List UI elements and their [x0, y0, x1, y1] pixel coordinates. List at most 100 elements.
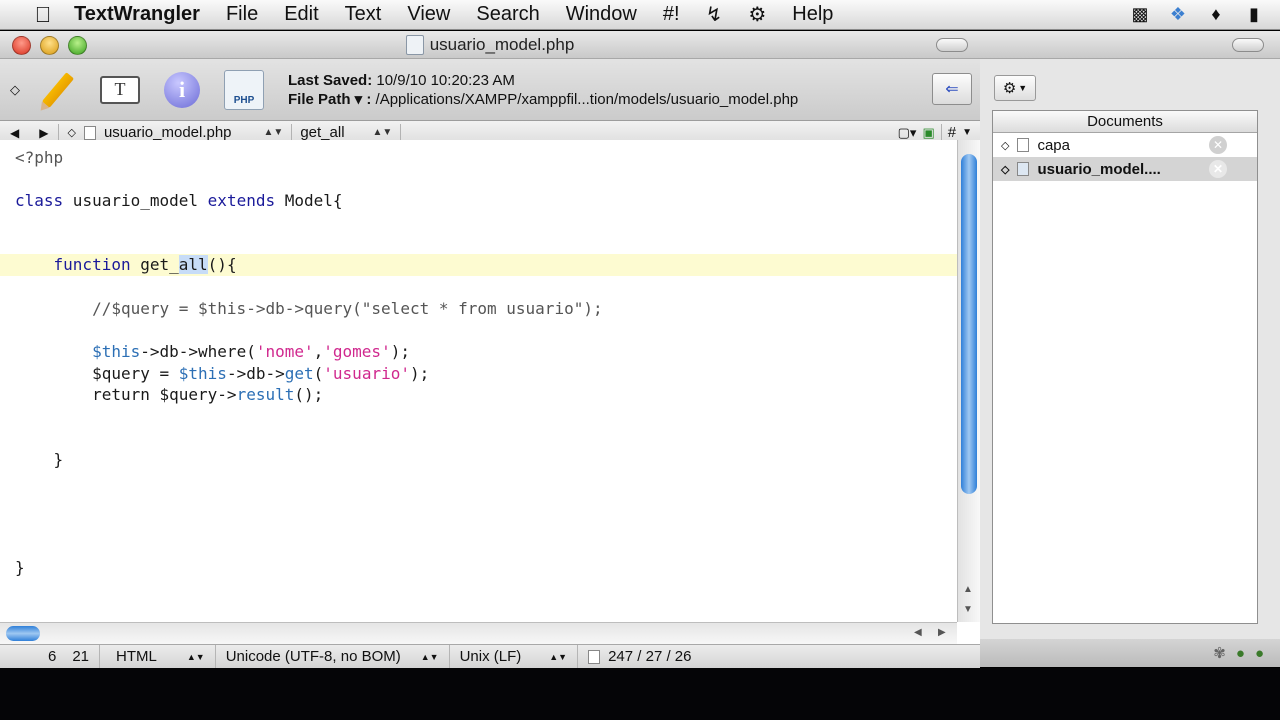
updown-arrows-icon: ▲▼: [372, 127, 393, 138]
camera-icon[interactable]: ▩: [1128, 4, 1152, 25]
title-bar[interactable]: usuario_model.php: [0, 31, 980, 59]
menu-edit[interactable]: Edit: [271, 3, 331, 26]
column-number: 21: [72, 648, 90, 665]
line-endings-label: Unix (LF): [459, 648, 522, 665]
menu-search[interactable]: Search: [463, 3, 552, 26]
status-bar: 6 21 HTML ▲▼ Unicode (UTF-8, no BOM) ▲▼ …: [0, 644, 980, 669]
chevron-down-icon: ▼: [1018, 83, 1028, 93]
code-editor[interactable]: <?php class usuario_model extends Model{…: [0, 140, 957, 622]
scroll-down-arrow-icon[interactable]: ▼: [963, 604, 973, 615]
close-window-button[interactable]: [12, 36, 31, 55]
arrow-left-icon: ⇐: [945, 81, 959, 98]
dropbox-icon[interactable]: ❖: [1166, 4, 1190, 25]
diamond-icon[interactable]: ◇: [10, 82, 24, 98]
updown-arrows-icon: ▲▼: [263, 127, 284, 138]
vertical-scrollbar[interactable]: ▲ ▼: [957, 140, 980, 622]
drawer-title-bar: [980, 31, 1280, 59]
code-line: }: [15, 558, 25, 577]
encoding-popup[interactable]: Unicode (UTF-8, no BOM) ▲▼: [216, 644, 450, 669]
text-options-button[interactable]: T: [98, 68, 142, 112]
line-endings-popup[interactable]: Unix (LF) ▲▼: [450, 644, 579, 669]
frog-icon: ●: [1254, 644, 1264, 662]
last-saved-label: Last Saved:: [288, 71, 373, 89]
menu-bar:  TextWrangler File Edit Text View Searc…: [0, 0, 1280, 30]
markers-icon[interactable]: ▢▾: [898, 125, 917, 141]
close-document-icon[interactable]: ✕: [1209, 136, 1227, 154]
vertical-scroll-thumb[interactable]: [961, 154, 977, 494]
documents-list: Documents ◇ capa ✕ ◇ usuario_model.... ✕: [992, 110, 1258, 624]
sidebar-toggle-button[interactable]: ⇐: [932, 73, 972, 105]
file-popup[interactable]: ◇ usuario_model.php ▲▼: [59, 124, 291, 141]
current-code-line: function get_all(){: [0, 254, 957, 276]
file-path-value: /Applications/XAMPP/xamppfil...tion/mode…: [375, 90, 799, 108]
horizontal-scroll-thumb[interactable]: [6, 626, 40, 641]
app-menu[interactable]: TextWrangler: [58, 3, 213, 26]
scroll-right-arrow-icon[interactable]: ▶: [938, 627, 946, 638]
edit-pencil-button[interactable]: [36, 68, 80, 112]
chevron-down-icon: ▼: [962, 127, 972, 138]
window-title: usuario_model.php: [429, 34, 575, 54]
frog-icon: ●: [1235, 644, 1245, 662]
document-row-usuario-model[interactable]: ◇ usuario_model.... ✕: [993, 157, 1257, 181]
code-line: //$query = $this->db->query("select * fr…: [15, 299, 603, 318]
gear-icon: ⚙: [1002, 80, 1017, 97]
scroll-up-arrow-icon[interactable]: ▲: [963, 584, 973, 595]
drawer-action-button[interactable]: ⚙ ▼: [994, 75, 1036, 101]
document-name: capa: [1037, 136, 1070, 154]
updown-arrows-icon: ▲▼: [186, 651, 205, 662]
drawer-toolbar-toggle-button[interactable]: [1232, 38, 1264, 52]
updown-arrows-icon: ▲▼: [420, 651, 439, 662]
documents-header[interactable]: Documents: [993, 111, 1257, 133]
apple-menu-icon[interactable]: : [28, 2, 58, 28]
php-file-icon: [1017, 162, 1030, 176]
forward-arrow-icon[interactable]: ▶: [29, 126, 58, 140]
text-options-icon: T: [100, 75, 140, 104]
documents-drawer: ⚙ ▼ Documents ◇ capa ✕ ◇ usuario_model..…: [980, 31, 1280, 667]
document-stats[interactable]: 247 / 27 / 26: [578, 645, 701, 669]
document-icon-button[interactable]: PHP: [222, 68, 266, 112]
line-number: 6: [48, 648, 57, 665]
minimize-window-button[interactable]: [40, 36, 59, 55]
document-proxy-icon[interactable]: [405, 34, 424, 55]
menu-file[interactable]: File: [213, 3, 271, 26]
drawer-bottom-bar: ✾ ● ●: [980, 639, 1280, 667]
battery-icon[interactable]: ▮: [1242, 4, 1266, 25]
language-label: HTML: [116, 648, 157, 665]
character-word-line-counts: 247 / 27 / 26: [608, 648, 692, 665]
encoding-label: Unicode (UTF-8, no BOM): [225, 648, 401, 665]
code-line: }: [15, 450, 64, 469]
back-arrow-icon[interactable]: ◀: [0, 126, 29, 140]
counterpart-icon[interactable]: ▣: [922, 125, 934, 141]
cursor-position[interactable]: 6 21: [0, 644, 101, 669]
menu-text[interactable]: Text: [332, 3, 395, 26]
file-icon: [83, 125, 96, 140]
zoom-window-button[interactable]: [68, 36, 87, 55]
code-line: return $query->result();: [15, 385, 324, 404]
function-popup[interactable]: get_all ▲▼: [292, 124, 400, 141]
toolbar-toggle-button[interactable]: [936, 38, 968, 52]
menu-help[interactable]: Help: [779, 3, 846, 26]
horizontal-scrollbar[interactable]: ◀ ▶: [0, 622, 957, 644]
script-menu-icon[interactable]: ↯: [693, 2, 736, 27]
close-document-icon[interactable]: ✕: [1209, 160, 1227, 178]
code-line: <?php: [15, 148, 64, 167]
diamond-icon: ◇: [1001, 163, 1010, 176]
file-path-popup[interactable]: File Path ▾ :: [288, 91, 371, 108]
get-info-button[interactable]: i: [160, 68, 204, 112]
info-icon: i: [164, 71, 200, 108]
hash-menu[interactable]: #: [948, 124, 956, 141]
code-line: $this->db->where('nome','gomes');: [92, 342, 410, 361]
evernote-icon[interactable]: ♦: [1204, 4, 1228, 25]
scroll-left-arrow-icon[interactable]: ◀: [914, 627, 922, 638]
php-document-icon: PHP: [224, 69, 264, 110]
document-name: usuario_model....: [1037, 160, 1161, 178]
menu-view[interactable]: View: [394, 3, 463, 26]
code-line: class usuario_model extends Model{: [15, 191, 343, 210]
pencil-icon: [41, 71, 75, 108]
menu-shebang[interactable]: #!: [650, 3, 693, 26]
gear-menu-icon[interactable]: ⚙: [735, 2, 779, 27]
file-info: Last Saved: 10/9/10 10:20:23 AM File Pat…: [288, 71, 798, 109]
menu-window[interactable]: Window: [553, 3, 650, 26]
document-row-capa[interactable]: ◇ capa ✕: [993, 133, 1257, 157]
language-popup[interactable]: HTML ▲▼: [100, 644, 216, 669]
